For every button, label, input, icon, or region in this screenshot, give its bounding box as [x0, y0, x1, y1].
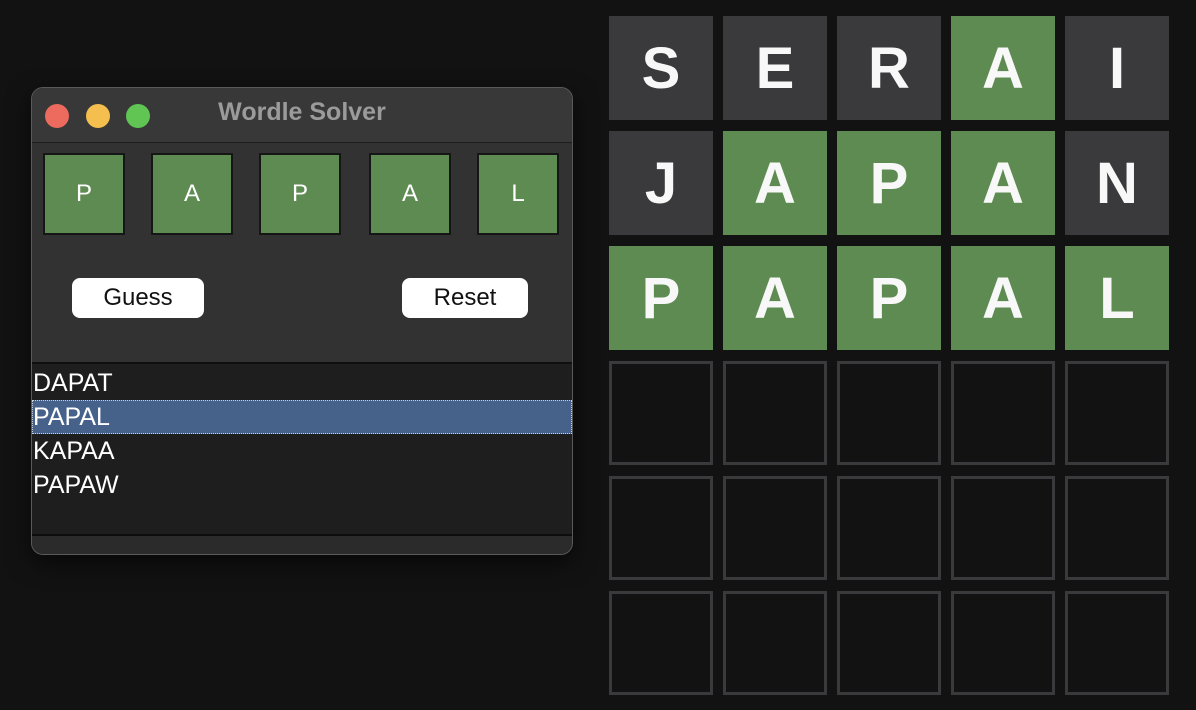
board-tile-r6-c5 — [1065, 591, 1169, 695]
desktop: Wordle Solver P A P A L Guess Reset DAPA… — [0, 0, 1196, 710]
board-tile-r5-c4 — [951, 476, 1055, 580]
letter-input-3[interactable]: P — [259, 153, 341, 235]
window-title: Wordle Solver — [218, 98, 386, 126]
board-tile-r3-c4: A — [951, 246, 1055, 350]
reset-button[interactable]: Reset — [402, 278, 528, 318]
board-tile-r4-c1 — [609, 361, 713, 465]
board-tile-r6-c3 — [837, 591, 941, 695]
board-tile-r1-c5: I — [1065, 16, 1169, 120]
board-tile-r6-c1 — [609, 591, 713, 695]
board-tile-r3-c5: L — [1065, 246, 1169, 350]
board-tile-r1-c4: A — [951, 16, 1055, 120]
board-tile-r6-c4 — [951, 591, 1055, 695]
solver-panel: P A P A L Guess Reset — [32, 143, 572, 362]
wordle-board: SERAIJAPANPAPAL — [609, 16, 1169, 695]
status-bar — [32, 534, 572, 554]
letter-input-2[interactable]: A — [151, 153, 233, 235]
board-tile-r5-c5 — [1065, 476, 1169, 580]
board-tile-r2-c5: N — [1065, 131, 1169, 235]
candidate-item-selected[interactable]: PAPAL — [32, 400, 572, 434]
guess-button[interactable]: Guess — [72, 278, 204, 318]
candidate-list[interactable]: DAPAT PAPAL KAPAA PAPAW — [32, 362, 572, 536]
letter-input-1[interactable]: P — [43, 153, 125, 235]
board-tile-r1-c3: R — [837, 16, 941, 120]
board-tile-r2-c2: A — [723, 131, 827, 235]
wordle-solver-window: Wordle Solver P A P A L Guess Reset DAPA… — [31, 87, 573, 555]
board-tile-r1-c1: S — [609, 16, 713, 120]
board-tile-r4-c5 — [1065, 361, 1169, 465]
board-tile-r4-c4 — [951, 361, 1055, 465]
letter-input-4[interactable]: A — [369, 153, 451, 235]
board-tile-r3-c1: P — [609, 246, 713, 350]
title-bar[interactable]: Wordle Solver — [32, 88, 572, 143]
board-tile-r4-c2 — [723, 361, 827, 465]
board-tile-r2-c4: A — [951, 131, 1055, 235]
letter-input-5[interactable]: L — [477, 153, 559, 235]
board-tile-r2-c1: J — [609, 131, 713, 235]
board-tile-r5-c3 — [837, 476, 941, 580]
board-tile-r1-c2: E — [723, 16, 827, 120]
candidate-item[interactable]: DAPAT — [32, 366, 572, 400]
board-tile-r5-c1 — [609, 476, 713, 580]
candidate-item[interactable]: KAPAA — [32, 434, 572, 468]
board-tile-r6-c2 — [723, 591, 827, 695]
board-tile-r5-c2 — [723, 476, 827, 580]
candidate-item[interactable]: PAPAW — [32, 468, 572, 502]
board-tile-r4-c3 — [837, 361, 941, 465]
board-tile-r3-c3: P — [837, 246, 941, 350]
board-tile-r2-c3: P — [837, 131, 941, 235]
board-tile-r3-c2: A — [723, 246, 827, 350]
